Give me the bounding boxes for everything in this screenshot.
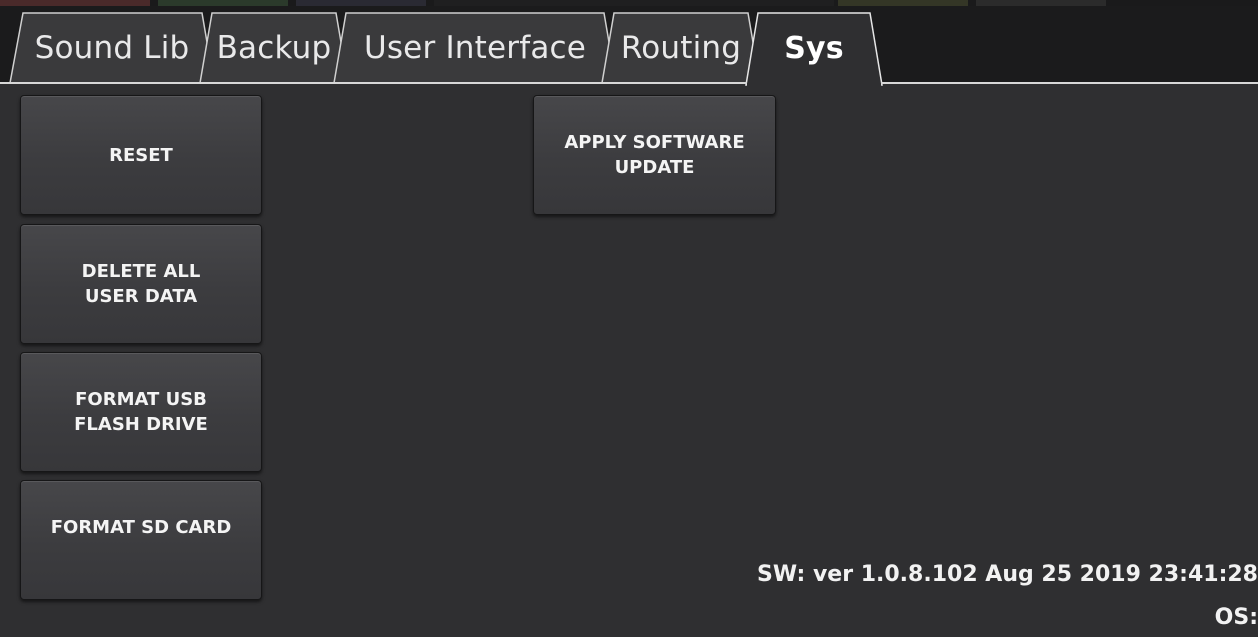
sys-settings-screen: Sound Lib Backup User Interface Routing: [0, 0, 1258, 637]
delete-all-user-data-button[interactable]: DELETE ALL USER DATA: [20, 224, 262, 344]
tab-backup-label: Backup: [216, 30, 332, 66]
tab-sound-lib-label: Sound Lib: [34, 30, 190, 66]
tab-bar: Sound Lib Backup User Interface Routing: [0, 6, 1258, 86]
os-version-label: OS:: [1214, 605, 1258, 630]
format-sd-card-button[interactable]: FORMAT SD CARD: [20, 480, 262, 600]
tab-underline: [0, 82, 1258, 84]
tab-sys-label: Sys: [784, 30, 844, 66]
tab-routing-label: Routing: [620, 30, 742, 66]
tab-routing[interactable]: Routing: [601, 12, 761, 84]
format-usb-flash-drive-button[interactable]: FORMAT USB FLASH DRIVE: [20, 352, 262, 472]
software-version-text: SW: ver 1.0.8.102 Aug 25 2019 23:41:28: [757, 562, 1258, 587]
tab-user-interface[interactable]: User Interface: [333, 12, 617, 84]
tab-user-interface-label: User Interface: [363, 30, 587, 66]
tab-sys[interactable]: Sys: [745, 12, 883, 86]
tab-sound-lib[interactable]: Sound Lib: [9, 12, 215, 84]
reset-button[interactable]: RESET: [20, 95, 262, 215]
tab-backup[interactable]: Backup: [199, 12, 349, 84]
apply-software-update-button[interactable]: APPLY SOFTWARE UPDATE: [533, 95, 776, 215]
